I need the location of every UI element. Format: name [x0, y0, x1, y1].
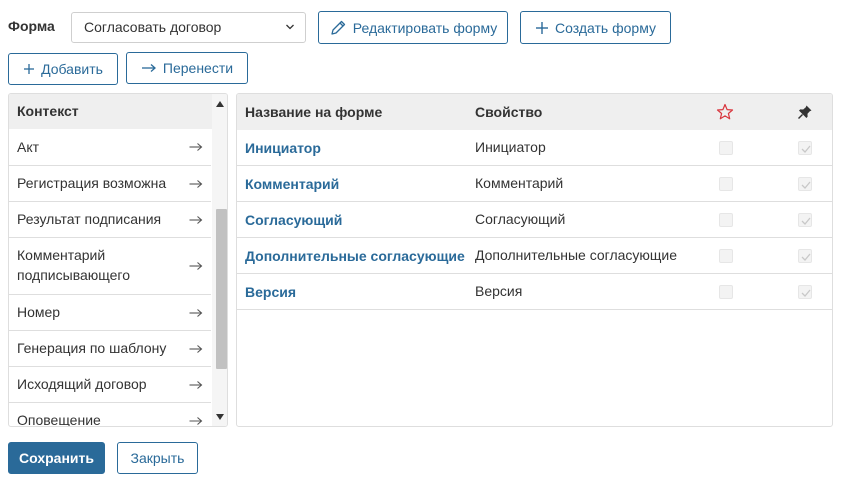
- field-property: Версия: [475, 283, 523, 299]
- field-property: Комментарий: [475, 175, 564, 191]
- add-button[interactable]: Добавить: [8, 53, 118, 85]
- context-scrollbar[interactable]: [212, 94, 227, 426]
- table-row: Дополнительные согласующие Дополнительны…: [237, 238, 832, 274]
- arrow-right-icon: [141, 64, 156, 72]
- arrow-right-icon: [189, 344, 203, 353]
- context-item[interactable]: Регистрация возможна: [9, 166, 211, 202]
- required-checkbox[interactable]: [719, 285, 733, 299]
- checkmark-icon: [801, 181, 811, 189]
- required-checkbox[interactable]: [719, 213, 733, 227]
- move-label: Перенести: [162, 60, 234, 76]
- chevron-down-icon: [286, 24, 294, 30]
- star-icon: [716, 103, 734, 120]
- readonly-checkbox[interactable]: [798, 177, 812, 191]
- field-name-link[interactable]: Дополнительные согласующие: [245, 238, 465, 274]
- context-panel: Контекст Акт Регистрация возможна Резуль…: [8, 93, 228, 427]
- pencil-icon: [331, 20, 345, 35]
- form-select-value: Согласовать договор: [84, 19, 222, 35]
- scrollbar-thumb[interactable]: [216, 209, 227, 369]
- field-name-link[interactable]: Согласующий: [245, 202, 342, 238]
- create-form-button[interactable]: Создать форму: [520, 11, 671, 44]
- readonly-checkbox[interactable]: [798, 249, 812, 263]
- readonly-checkbox[interactable]: [798, 285, 812, 299]
- arrow-right-icon: [189, 179, 203, 188]
- context-item[interactable]: Результат подписания: [9, 202, 211, 238]
- column-header-property: Свойство: [475, 104, 543, 120]
- arrow-right-icon: [189, 262, 203, 270]
- form-label: Форма: [8, 18, 55, 34]
- field-property: Согласующий: [475, 211, 566, 227]
- plus-icon: [536, 21, 549, 34]
- context-item[interactable]: Комментарий подписывающего: [9, 238, 211, 295]
- create-form-label: Создать форму: [555, 19, 656, 36]
- checkmark-icon: [801, 217, 811, 225]
- context-item[interactable]: Акт: [9, 129, 211, 166]
- table-header: Название на форме Свойство: [237, 94, 832, 130]
- field-name-link[interactable]: Версия: [245, 274, 296, 310]
- table-row: Версия Версия: [237, 274, 832, 310]
- required-checkbox[interactable]: [719, 249, 733, 263]
- context-item[interactable]: Исходящий договор: [9, 367, 211, 403]
- arrow-right-icon: [189, 143, 203, 151]
- field-property: Дополнительные согласующие: [475, 247, 678, 263]
- required-checkbox[interactable]: [719, 177, 733, 191]
- checkmark-icon: [801, 145, 811, 153]
- readonly-checkbox[interactable]: [798, 213, 812, 227]
- move-button[interactable]: Перенести: [126, 52, 248, 84]
- checkmark-icon: [801, 253, 811, 261]
- form-select[interactable]: Согласовать договор: [71, 12, 306, 43]
- scroll-up-arrow-icon[interactable]: [216, 101, 224, 107]
- field-name-link[interactable]: Комментарий: [245, 166, 339, 202]
- arrow-right-icon: [189, 416, 203, 425]
- context-header: Контекст: [9, 94, 227, 129]
- column-header-name: Название на форме: [245, 104, 383, 120]
- context-list: Акт Регистрация возможна Результат подпи…: [9, 129, 211, 426]
- scroll-down-arrow-icon[interactable]: [216, 414, 224, 420]
- table-row: Инициатор Инициатор: [237, 130, 832, 166]
- required-checkbox[interactable]: [719, 141, 733, 155]
- add-label: Добавить: [41, 61, 103, 77]
- arrow-right-icon: [189, 380, 203, 389]
- table-row: Комментарий Комментарий: [237, 166, 832, 202]
- arrow-right-icon: [189, 308, 203, 317]
- plus-icon: [24, 64, 35, 74]
- context-item[interactable]: Номер: [9, 295, 211, 331]
- checkmark-icon: [801, 289, 811, 297]
- close-button[interactable]: Закрыть: [117, 442, 198, 474]
- fields-table: Название на форме Свойство Инициатор Ини…: [236, 93, 833, 427]
- edit-form-label: Редактировать форму: [352, 19, 498, 36]
- readonly-checkbox[interactable]: [798, 141, 812, 155]
- edit-form-button[interactable]: Редактировать форму: [318, 11, 508, 44]
- field-name-link[interactable]: Инициатор: [245, 130, 321, 166]
- save-button[interactable]: Сохранить: [8, 442, 105, 474]
- arrow-right-icon: [189, 215, 203, 224]
- context-item[interactable]: Оповещение: [9, 403, 211, 426]
- table-row: Согласующий Согласующий: [237, 202, 832, 238]
- pin-icon: [798, 105, 812, 119]
- context-item[interactable]: Генерация по шаблону: [9, 331, 211, 367]
- field-property: Инициатор: [475, 139, 546, 155]
